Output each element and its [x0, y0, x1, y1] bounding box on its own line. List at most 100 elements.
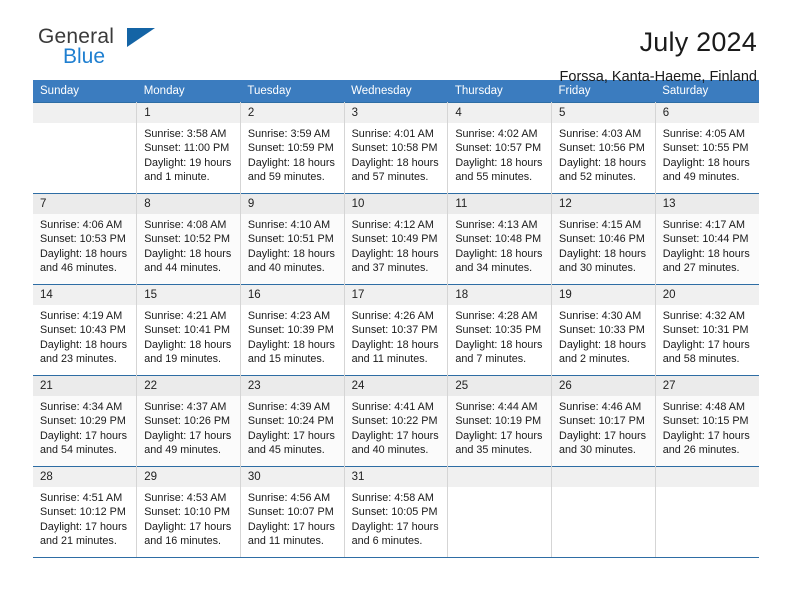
calendar-day-cell[interactable]: 6 Sunrise: 4:05 AM Sunset: 10:55 PM Dayligh… — [655, 102, 759, 194]
calendar-day-cell[interactable]: 14 Sunrise: 4:19 AM Sunset: 10:43 PM Daylig… — [33, 284, 138, 376]
sunset-time: Sunset: 10:52 PM — [144, 233, 231, 246]
calendar-day-cell[interactable]: 2 Sunrise: 3:59 AM Sunset: 10:59 PM Dayligh… — [240, 102, 345, 194]
calendar-day-cell[interactable]: 13 Sunrise: 4:17 AM Sunset: 10:44 PM Daylig… — [655, 193, 759, 285]
day-details: Sunrise: 3:59 AM Sunset: 10:59 PM Daylight… — [241, 123, 344, 185]
sunrise-time: Sunrise: 3:58 AM — [144, 128, 227, 140]
day-cell-inner: 13 Sunrise: 4:17 AM Sunset: 10:44 PM Daylig… — [655, 194, 759, 284]
daylight-duration-line2: and 2 minutes. — [559, 353, 630, 366]
day-details: Sunrise: 4:37 AM Sunset: 10:26 PM Daylight… — [137, 396, 240, 458]
day-details: Sunrise: 4:03 AM Sunset: 10:56 PM Daylight… — [552, 123, 655, 185]
day-cell-inner: 18 Sunrise: 4:28 AM Sunset: 10:35 PM Daylig… — [448, 285, 552, 375]
sunset-time: Sunset: 10:53 PM — [40, 233, 126, 246]
calendar-day-cell[interactable]: 31 Sunrise: 4:58 AM Sunset: 10:05 PM Daylig… — [344, 466, 449, 558]
calendar-day-cell[interactable]: 18 Sunrise: 4:28 AM Sunset: 10:35 PM Daylig… — [447, 284, 553, 376]
day-number: 30 — [240, 467, 344, 487]
calendar-day-cell[interactable]: 1 Sunrise: 3:58 AM Sunset: 11:00 PM Dayligh… — [136, 102, 241, 194]
calendar-day-cell[interactable]: 5 Sunrise: 4:03 AM Sunset: 10:56 PM Dayligh… — [551, 102, 656, 194]
daylight-duration-line1: Daylight: 18 hours — [662, 247, 750, 260]
calendar-day-cell[interactable]: 24 Sunrise: 4:41 AM Sunset: 10:22 PM Daylig… — [344, 375, 449, 467]
day-number: 11 — [448, 194, 552, 214]
day-number: 23 — [240, 376, 344, 396]
daylight-duration-line2: and 46 minutes. — [40, 262, 117, 275]
calendar-day-cell[interactable]: 23 Sunrise: 4:39 AM Sunset: 10:24 PM Daylig… — [240, 375, 345, 467]
calendar-day-cell[interactable]: 4 Sunrise: 4:02 AM Sunset: 10:57 PM Dayligh… — [447, 102, 553, 194]
calendar-day-cell[interactable]: 19 Sunrise: 4:30 AM Sunset: 10:33 PM Daylig… — [551, 284, 656, 376]
sunrise-time: Sunrise: 4:08 AM — [144, 219, 227, 231]
calendar-day-cell[interactable]: 9 Sunrise: 4:10 AM Sunset: 10:51 PM Dayligh… — [240, 193, 345, 285]
sunset-time: Sunset: 10:29 PM — [40, 415, 126, 428]
sunset-time: Sunset: 10:57 PM — [455, 142, 542, 155]
day-details: Sunrise: 4:48 AM Sunset: 10:15 PM Daylight… — [656, 396, 759, 458]
day-number: 17 — [344, 285, 448, 305]
calendar-day-cell[interactable]: 25 Sunrise: 4:44 AM Sunset: 10:19 PM Daylig… — [447, 375, 553, 467]
daylight-duration-line1: Daylight: 17 hours — [144, 429, 232, 442]
calendar-day-cell[interactable]: 12 Sunrise: 4:15 AM Sunset: 10:46 PM Daylig… — [551, 193, 656, 285]
sunset-time: Sunset: 10:24 PM — [247, 415, 334, 428]
calendar-day-cell[interactable]: 30 Sunrise: 4:56 AM Sunset: 10:07 PM Daylig… — [240, 466, 345, 558]
sunrise-time: Sunrise: 4:13 AM — [455, 219, 538, 231]
day-number — [33, 103, 137, 123]
calendar-body: 1 Sunrise: 3:58 AM Sunset: 11:00 PM Dayligh… — [33, 102, 759, 558]
day-number: 16 — [240, 285, 344, 305]
calendar-week-row: 14 Sunrise: 4:19 AM Sunset: 10:43 PM Daylig… — [33, 284, 759, 376]
sunrise-time: Sunrise: 4:03 AM — [559, 128, 642, 140]
calendar-day-cell[interactable]: 17 Sunrise: 4:26 AM Sunset: 10:37 PM Daylig… — [344, 284, 449, 376]
day-number: 12 — [552, 194, 655, 214]
day-number: 26 — [552, 376, 655, 396]
sunrise-time: Sunrise: 3:59 AM — [247, 128, 331, 140]
sunrise-time: Sunrise: 4:02 AM — [455, 128, 538, 140]
daylight-duration-line1: Daylight: 17 hours — [559, 429, 647, 442]
daylight-duration-line2: and 45 minutes. — [247, 444, 325, 457]
calendar-day-cell[interactable]: 11 Sunrise: 4:13 AM Sunset: 10:48 PM Daylig… — [447, 193, 553, 285]
daylight-duration-line1: Daylight: 18 hours — [351, 156, 439, 169]
sunset-time: Sunset: 10:51 PM — [247, 233, 334, 246]
day-cell-inner: 11 Sunrise: 4:13 AM Sunset: 10:48 PM Daylig… — [448, 194, 552, 284]
calendar-day-cell[interactable]: 29 Sunrise: 4:53 AM Sunset: 10:10 PM Daylig… — [136, 466, 241, 558]
daylight-duration-line1: Daylight: 18 hours — [455, 156, 543, 169]
calendar-day-cell[interactable]: 7 Sunrise: 4:06 AM Sunset: 10:53 PM Dayligh… — [33, 193, 138, 285]
calendar-day-cell[interactable]: 3 Sunrise: 4:01 AM Sunset: 10:58 PM Dayligh… — [344, 102, 449, 194]
sunset-time: Sunset: 10:10 PM — [144, 506, 231, 519]
sunrise-time: Sunrise: 4:17 AM — [662, 219, 745, 231]
calendar-day-cell[interactable]: 10 Sunrise: 4:12 AM Sunset: 10:49 PM Daylig… — [344, 193, 449, 285]
day-number: 8 — [137, 194, 240, 214]
day-cell-inner: 7 Sunrise: 4:06 AM Sunset: 10:53 PM Dayligh… — [33, 194, 137, 284]
daylight-duration-line2: and 54 minutes. — [40, 444, 117, 457]
calendar-day-cell[interactable]: 22 Sunrise: 4:37 AM Sunset: 10:26 PM Daylig… — [136, 375, 241, 467]
sunset-time: Sunset: 10:22 PM — [351, 415, 438, 428]
calendar-day-cell[interactable]: 21 Sunrise: 4:34 AM Sunset: 10:29 PM Daylig… — [33, 375, 138, 467]
calendar-day-cell[interactable]: 8 Sunrise: 4:08 AM Sunset: 10:52 PM Dayligh… — [136, 193, 241, 285]
weekday-header-sunday: Sunday — [33, 80, 137, 103]
sunrise-time: Sunrise: 4:12 AM — [351, 219, 434, 231]
calendar-day-cell[interactable]: 15 Sunrise: 4:21 AM Sunset: 10:41 PM Daylig… — [136, 284, 241, 376]
daylight-duration-line2: and 11 minutes. — [247, 535, 324, 548]
page-header: General Blue July 2024 Forssa, Kanta-Hae… — [33, 0, 759, 86]
day-details: Sunrise: 4:12 AM Sunset: 10:49 PM Daylight… — [345, 214, 448, 276]
daylight-duration-line1: Daylight: 17 hours — [247, 429, 335, 442]
daylight-duration-line2: and 44 minutes. — [144, 262, 222, 275]
daylight-duration-line1: Daylight: 17 hours — [455, 429, 543, 442]
calendar-day-cell[interactable]: 28 Sunrise: 4:51 AM Sunset: 10:12 PM Daylig… — [33, 466, 138, 558]
day-cell-inner: 31 Sunrise: 4:58 AM Sunset: 10:05 PM Daylig… — [344, 467, 448, 557]
daylight-duration-line2: and 21 minutes. — [40, 535, 117, 548]
day-cell-inner: 3 Sunrise: 4:01 AM Sunset: 10:58 PM Dayligh… — [344, 103, 448, 193]
day-cell-inner: 30 Sunrise: 4:56 AM Sunset: 10:07 PM Daylig… — [240, 467, 344, 557]
day-number: 14 — [33, 285, 137, 305]
daylight-duration-line1: Daylight: 18 hours — [662, 156, 750, 169]
daylight-duration-line1: Daylight: 18 hours — [559, 247, 647, 260]
calendar-day-cell[interactable]: 20 Sunrise: 4:32 AM Sunset: 10:31 PM Daylig… — [655, 284, 759, 376]
day-cell-inner: 12 Sunrise: 4:15 AM Sunset: 10:46 PM Daylig… — [552, 194, 655, 284]
day-details: Sunrise: 4:10 AM Sunset: 10:51 PM Daylight… — [241, 214, 344, 276]
calendar-day-cell[interactable]: 26 Sunrise: 4:46 AM Sunset: 10:17 PM Daylig… — [551, 375, 656, 467]
day-details: Sunrise: 4:53 AM Sunset: 10:10 PM Daylight… — [137, 487, 240, 549]
calendar-day-cell[interactable]: 16 Sunrise: 4:23 AM Sunset: 10:39 PM Daylig… — [240, 284, 345, 376]
daylight-duration-line1: Daylight: 17 hours — [662, 338, 750, 351]
day-details: Sunrise: 4:17 AM Sunset: 10:44 PM Daylight… — [656, 214, 759, 276]
sunrise-time: Sunrise: 4:32 AM — [662, 310, 745, 322]
day-number: 1 — [137, 103, 240, 123]
calendar-day-cell[interactable]: 27 Sunrise: 4:48 AM Sunset: 10:15 PM Daylig… — [655, 375, 759, 467]
daylight-duration-line1: Daylight: 18 hours — [559, 156, 647, 169]
daylight-duration-line2: and 59 minutes. — [247, 171, 325, 184]
sunset-time: Sunset: 10:05 PM — [351, 506, 438, 519]
day-number: 28 — [33, 467, 137, 487]
